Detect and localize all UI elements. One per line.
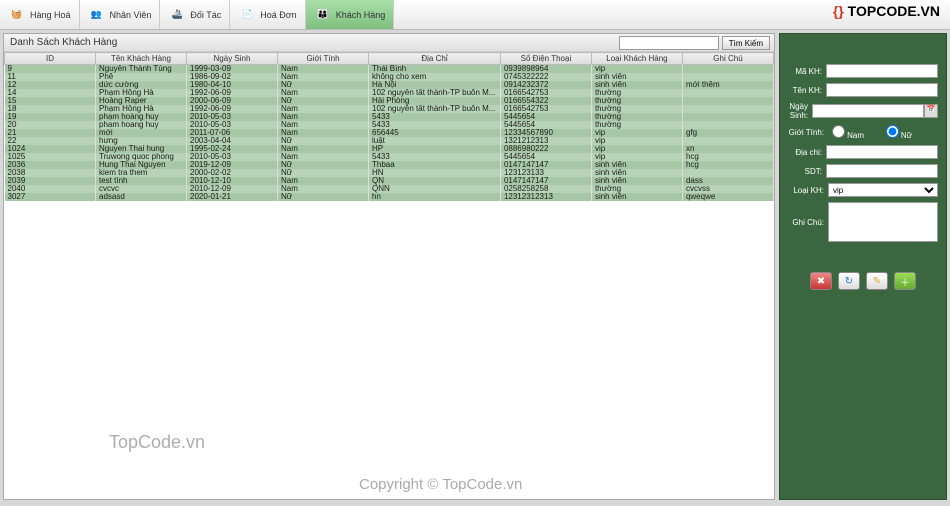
table-row[interactable]: 1025Truwong quoc phong2010-05-03Nam54335…	[5, 153, 774, 161]
search-input[interactable]	[619, 36, 719, 50]
lbl-ghi: Ghi Chú:	[788, 218, 828, 227]
col-header[interactable]: Ghi Chú	[682, 53, 773, 65]
input-dia[interactable]	[826, 145, 938, 159]
delete-button[interactable]: ✖	[810, 272, 832, 290]
doc-icon: 📄	[238, 6, 256, 24]
table-row[interactable]: 1024Nguyen Thai hung1995-02-24NamHP08869…	[5, 145, 774, 153]
col-header[interactable]: Tên Khách Hàng	[96, 53, 187, 65]
search-button[interactable]: Tìm Kiếm	[722, 36, 770, 50]
tb-hanghoa[interactable]: 🧺Hàng Hoá	[0, 0, 80, 29]
table-row[interactable]: 2038kiem tra them2000-02-02NữHN123123133…	[5, 169, 774, 177]
select-loai[interactable]: vip	[828, 183, 938, 197]
table-row[interactable]: 18Phạm Hồng Hà1992-06-09Nam102 nguyễn tấ…	[5, 105, 774, 113]
toolbar: 🧺Hàng Hoá 👥Nhân Viên 🚢Đối Tác 📄Hoá Đơn 👨…	[0, 0, 950, 30]
lbl-ngay: Ngày Sinh:	[788, 102, 812, 120]
input-ngay[interactable]	[812, 104, 924, 118]
input-ghi[interactable]	[828, 202, 938, 242]
col-header[interactable]: Số Điện Thoại	[500, 53, 591, 65]
col-header[interactable]: Địa Chỉ	[369, 53, 501, 65]
col-header[interactable]: Ngày Sinh	[187, 53, 278, 65]
add-button[interactable]: ＋	[894, 272, 916, 290]
copyright: Copyright © TopCode.vn	[359, 476, 522, 493]
input-sdt[interactable]	[826, 164, 938, 178]
table-row[interactable]: 2040cvcvc2010-12-09NamQNN0258258258thườn…	[5, 185, 774, 193]
refresh-button[interactable]: ↻	[838, 272, 860, 290]
table-row[interactable]: 12dức cường1980-04-10NữHà Nội0914232372s…	[5, 81, 774, 89]
form-panel: Mã KH: Tên KH: Ngày Sinh:📅 Giới Tính: Na…	[779, 33, 947, 500]
table-row[interactable]: 22hưng2003-04-04Nữluật1321212313vip	[5, 137, 774, 145]
col-header[interactable]: Loại Khách Hàng	[591, 53, 682, 65]
radio-nu[interactable]	[886, 125, 899, 138]
lbl-ten: Tên KH:	[788, 86, 826, 95]
lbl-dia: Địa chi:	[788, 148, 826, 157]
watermark: TopCode.vn	[109, 432, 205, 453]
logo: {} TOPCODE.VN	[833, 3, 940, 19]
tb-doitac[interactable]: 🚢Đối Tác	[160, 0, 230, 29]
table-row[interactable]: 15Hoàng Raper2000-06-09NữHải Phòng016655…	[5, 97, 774, 105]
input-ten[interactable]	[826, 83, 938, 97]
family-icon: 👨‍👩‍👦	[314, 6, 332, 24]
lbl-sdt: SDT:	[788, 167, 826, 176]
input-ma[interactable]	[826, 64, 938, 78]
table-row[interactable]: 9Nguyễn Thành Tùng1999-03-09NamThái Bình…	[5, 65, 774, 74]
table-row[interactable]: 19phạm hoàng huy2010-05-03Nam54335445654…	[5, 113, 774, 121]
table-row[interactable]: 20pham hoang huy2010-05-03Nam54335445654…	[5, 121, 774, 129]
col-header[interactable]: Giới Tính	[278, 53, 369, 65]
lbl-gioi: Giới Tính:	[788, 128, 828, 137]
table-row[interactable]: 14Phạm Hồng Hà1992-06-09Nam102 nguyễn tấ…	[5, 89, 774, 97]
table-row[interactable]: 11Phê1986-09-02Namkhông cho xem074532222…	[5, 73, 774, 81]
tb-khachhang[interactable]: 👨‍👩‍👦Khách Hàng	[306, 0, 395, 29]
tb-hoadon[interactable]: 📄Hoá Đơn	[230, 0, 305, 29]
people-icon: 👥	[88, 6, 106, 24]
radio-nam[interactable]	[832, 125, 845, 138]
calendar-icon[interactable]: 📅	[924, 104, 938, 118]
lbl-loai: Loại KH:	[788, 186, 828, 195]
basket-icon: 🧺	[8, 6, 26, 24]
tb-nhanvien[interactable]: 👥Nhân Viên	[80, 0, 161, 29]
lbl-ma: Mã KH:	[788, 67, 826, 76]
table-row[interactable]: 21mới2011-07-06Nam65644512334567890vipgf…	[5, 129, 774, 137]
table-row[interactable]: 2036Hung Thai Nguyen2019-12-09NữThbaa014…	[5, 161, 774, 169]
table-row[interactable]: 3027adsasd2020-01-21Nữhn12312312313sinh …	[5, 193, 774, 201]
edit-button[interactable]: ✎	[866, 272, 888, 290]
col-header[interactable]: ID	[5, 53, 96, 65]
ship-icon: 🚢	[168, 6, 186, 24]
left-panel: Danh Sách Khách Hàng Tìm Kiếm IDTên Khác…	[3, 33, 775, 500]
table-row[interactable]: 2039test tính2010-12-10NamQN0147147147si…	[5, 177, 774, 185]
